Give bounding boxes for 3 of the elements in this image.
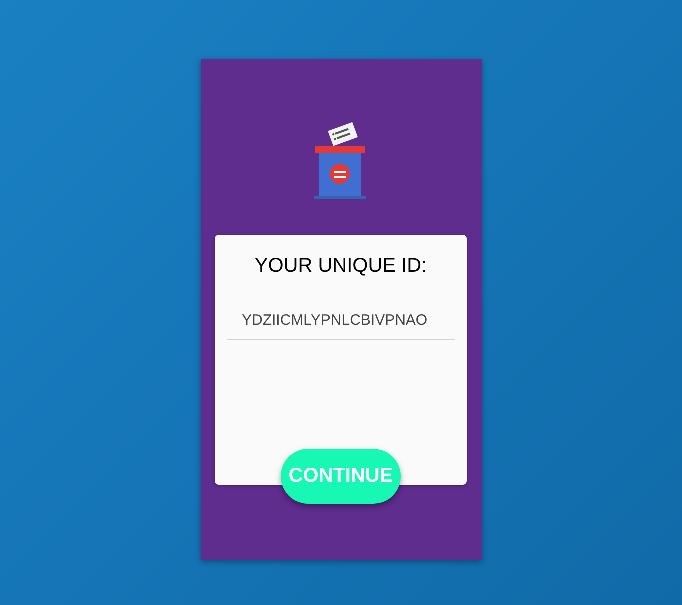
ballot-box-icon (314, 122, 368, 200)
card-title: YOUR UNIQUE ID: (254, 255, 428, 278)
id-field[interactable]: YDZIICMLYPNLCBIVPNAO (227, 312, 455, 340)
